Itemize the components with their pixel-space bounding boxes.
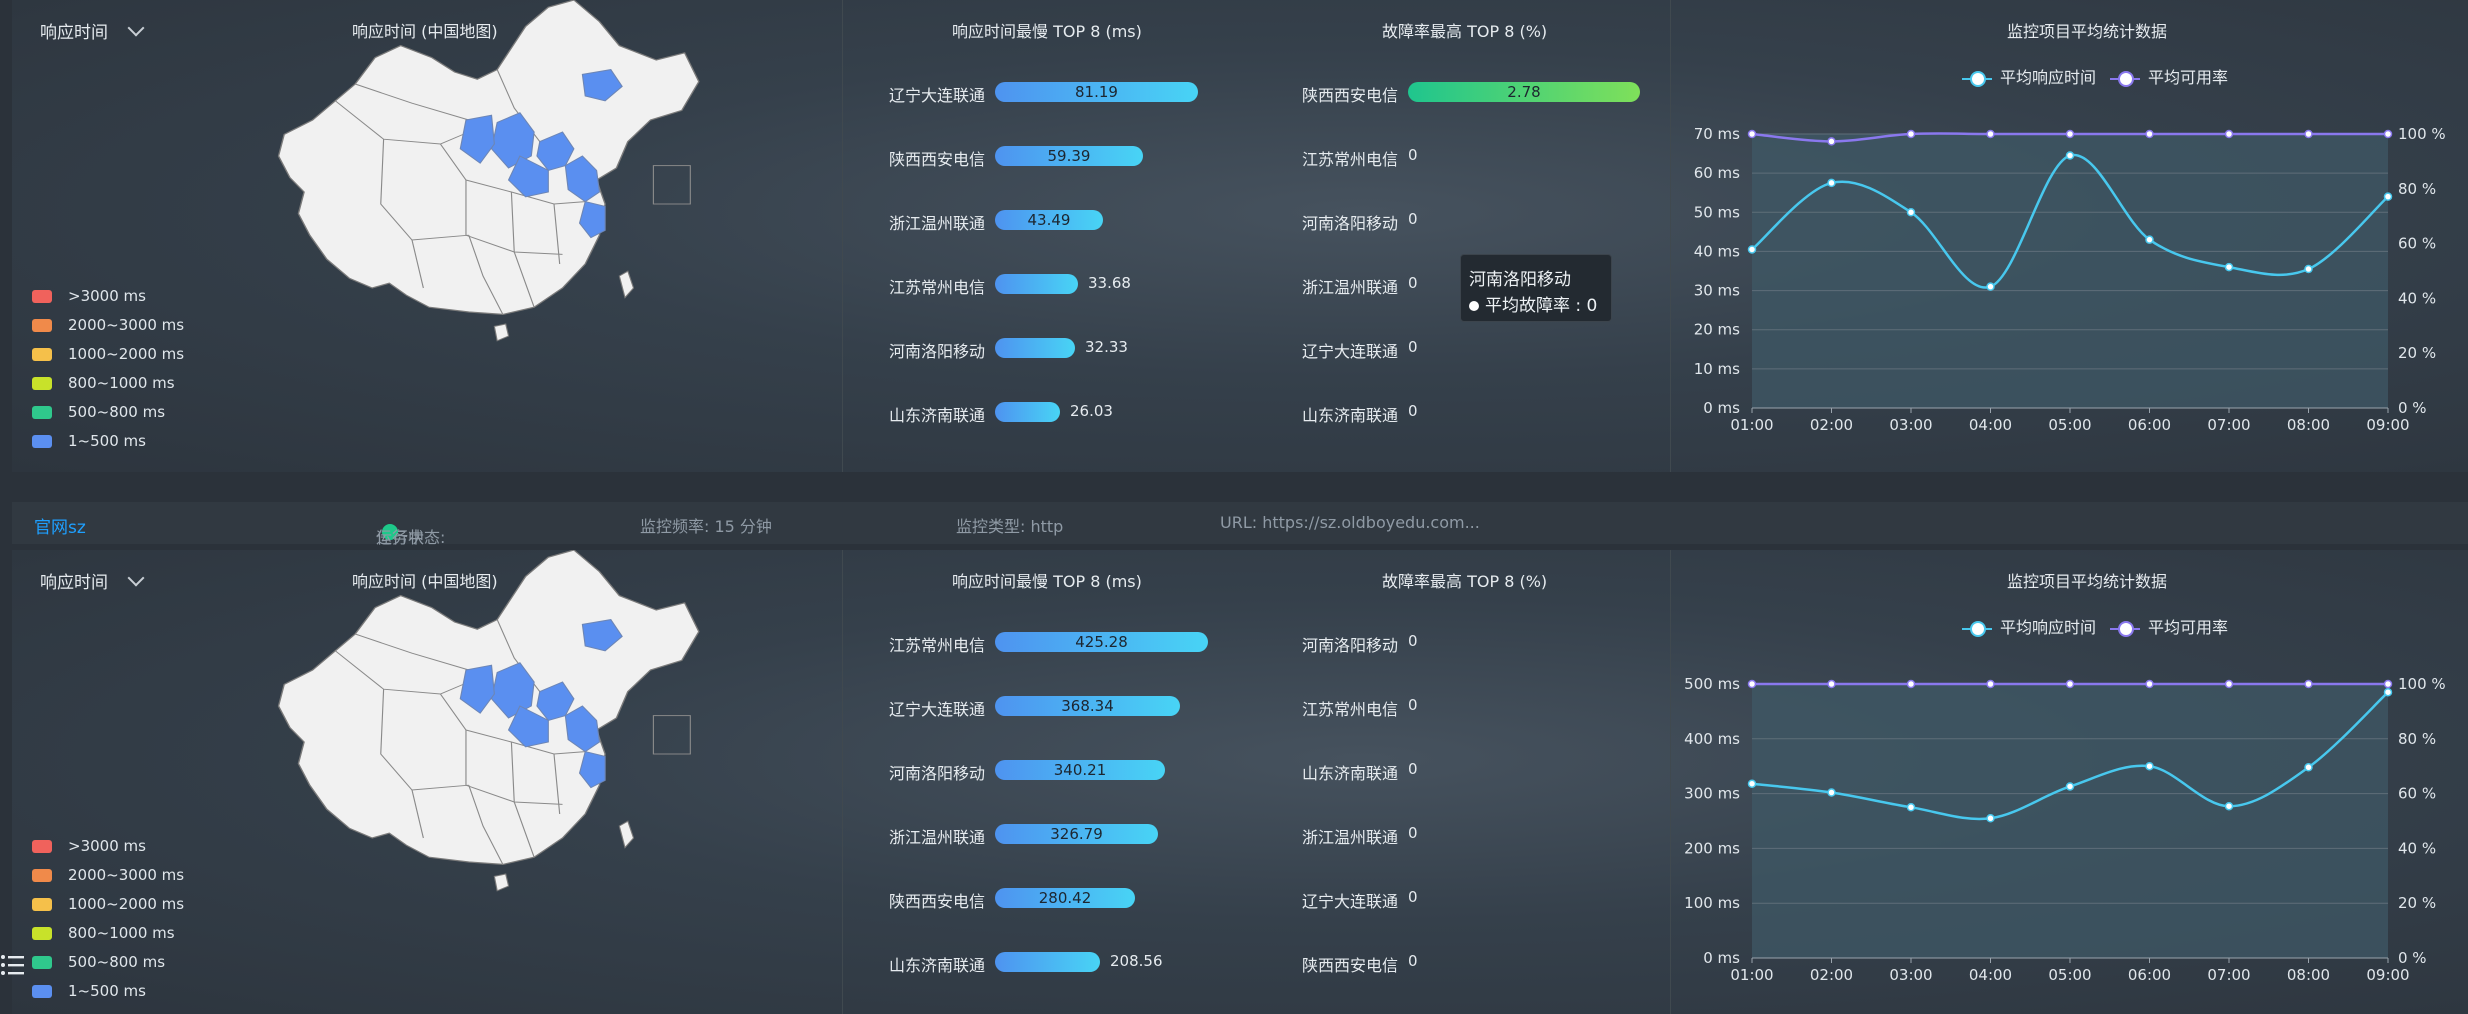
y-left-tick-label: 40 ms bbox=[1694, 242, 1740, 260]
response-time-point[interactable] bbox=[1827, 178, 1836, 188]
tooltip-value: 平均故障率 : 0 bbox=[1485, 296, 1598, 316]
y-right-tick-label: 40 % bbox=[2398, 289, 2436, 307]
monitor-panel-1: 响应时间 响应时间 (中国地图) >3000 ms 2000~3000 ms 100… bbox=[12, 0, 2468, 472]
y-left-tick-label: 50 ms bbox=[1694, 203, 1740, 221]
monitor-frequency: 监控频率: 15 分钟 bbox=[640, 517, 772, 536]
x-tick-label: 04:00 bbox=[1969, 416, 2012, 434]
dot-icon bbox=[1469, 301, 1479, 311]
availability-point[interactable] bbox=[2224, 679, 2234, 689]
x-tick-label: 03:00 bbox=[1889, 416, 1932, 434]
response-time-point[interactable] bbox=[2383, 192, 2393, 201]
availability-point[interactable] bbox=[1906, 129, 1916, 139]
availability-point[interactable] bbox=[2304, 129, 2313, 139]
y-left-tick-label: 60 ms bbox=[1694, 164, 1740, 182]
y-left-tick-label: 0 ms bbox=[1703, 949, 1740, 967]
y-left-tick-label: 30 ms bbox=[1694, 282, 1740, 300]
x-tick-label: 09:00 bbox=[2366, 416, 2409, 434]
response-time-point[interactable] bbox=[1747, 779, 1757, 788]
availability-point[interactable] bbox=[2304, 679, 2313, 689]
y-right-tick-label: 40 % bbox=[2398, 839, 2436, 857]
x-tick-label: 08:00 bbox=[2287, 966, 2330, 984]
response-time-point[interactable] bbox=[2304, 264, 2313, 274]
availability-point[interactable] bbox=[1747, 129, 1757, 139]
availability-point[interactable] bbox=[1827, 137, 1836, 146]
y-left-tick-label: 10 ms bbox=[1694, 360, 1740, 378]
y-right-tick-label: 80 % bbox=[2398, 730, 2436, 748]
response-time-point[interactable] bbox=[2224, 801, 2234, 811]
availability-point[interactable] bbox=[1986, 129, 1995, 139]
y-left-tick-label: 0 ms bbox=[1703, 399, 1740, 417]
response-time-point[interactable] bbox=[1827, 788, 1836, 797]
task-status-value: 运行中 bbox=[376, 528, 425, 547]
availability-point[interactable] bbox=[2383, 679, 2393, 689]
response-time-point[interactable] bbox=[1986, 282, 1995, 291]
x-tick-label: 09:00 bbox=[2366, 966, 2409, 984]
response-time-point[interactable] bbox=[2065, 782, 2075, 791]
map-tooltip: 河南洛阳移动 平均故障率 : 0 bbox=[1460, 254, 1612, 322]
stats-line-chart[interactable]: 0 ms 10 ms 20 ms 30 ms 40 ms 50 ms 60 ms 70 ms 0… bbox=[12, 0, 2468, 472]
response-time-point[interactable] bbox=[2383, 687, 2393, 697]
y-left-tick-label: 400 ms bbox=[1684, 730, 1740, 748]
y-right-tick-label: 80 % bbox=[2398, 180, 2436, 198]
x-tick-label: 01:00 bbox=[1730, 416, 1773, 434]
x-tick-label: 02:00 bbox=[1810, 966, 1853, 984]
y-right-tick-label: 0 % bbox=[2398, 399, 2427, 417]
response-time-point[interactable] bbox=[2065, 151, 2075, 160]
y-right-tick-label: 100 % bbox=[2398, 125, 2446, 143]
y-right-tick-label: 60 % bbox=[2398, 235, 2436, 253]
x-tick-label: 03:00 bbox=[1889, 966, 1932, 984]
tooltip-line: 平均故障率 : 0 bbox=[1469, 291, 1597, 316]
tooltip-title: 河南洛阳移动 bbox=[1469, 270, 1571, 290]
y-left-tick-label: 70 ms bbox=[1694, 125, 1740, 143]
availability-point[interactable] bbox=[2145, 679, 2154, 689]
y-right-tick-label: 100 % bbox=[2398, 675, 2446, 693]
monitor-name-link[interactable]: 官网sz bbox=[34, 513, 86, 538]
x-tick-label: 08:00 bbox=[2287, 416, 2330, 434]
y-left-tick-label: 500 ms bbox=[1684, 675, 1740, 693]
y-left-tick-label: 200 ms bbox=[1684, 839, 1740, 857]
x-tick-label: 01:00 bbox=[1730, 966, 1773, 984]
response-time-point[interactable] bbox=[2145, 235, 2154, 244]
response-time-point[interactable] bbox=[2224, 262, 2234, 272]
y-right-tick-label: 20 % bbox=[2398, 894, 2436, 912]
stats-line-chart[interactable]: 0 ms 100 ms 200 ms 300 ms 400 ms 500 ms 0 % 20 … bbox=[12, 550, 2468, 1014]
response-time-point[interactable] bbox=[1747, 245, 1757, 254]
y-left-tick-label: 300 ms bbox=[1684, 785, 1740, 803]
availability-point[interactable] bbox=[2383, 129, 2393, 139]
response-time-point[interactable] bbox=[1986, 814, 1995, 823]
plot-area bbox=[1752, 134, 2388, 408]
response-time-point[interactable] bbox=[1906, 803, 1916, 812]
y-left-tick-label: 20 ms bbox=[1694, 321, 1740, 339]
x-tick-label: 06:00 bbox=[2128, 416, 2171, 434]
y-right-tick-label: 60 % bbox=[2398, 785, 2436, 803]
availability-point[interactable] bbox=[1986, 679, 1995, 689]
availability-point[interactable] bbox=[1747, 679, 1757, 689]
monitor-panel-2: 响应时间 响应时间 (中国地图) >3000 ms 2000~3000 ms 100… bbox=[12, 550, 2468, 1014]
monitor-url: URL: https://sz.oldboyedu.com... bbox=[1220, 513, 1480, 532]
availability-point[interactable] bbox=[2145, 129, 2154, 139]
x-tick-label: 02:00 bbox=[1810, 416, 1853, 434]
x-tick-label: 07:00 bbox=[2207, 966, 2250, 984]
x-tick-label: 07:00 bbox=[2207, 416, 2250, 434]
x-tick-label: 05:00 bbox=[2048, 416, 2091, 434]
monitor-info-bar: 官网sz 任务状态: 运行中 监控频率: 15 分钟 监控类型: http URL… bbox=[12, 502, 2468, 547]
y-left-tick-label: 100 ms bbox=[1684, 894, 1740, 912]
x-tick-label: 05:00 bbox=[2048, 966, 2091, 984]
list-menu-icon[interactable] bbox=[0, 952, 26, 978]
plot-area bbox=[1752, 684, 2388, 958]
availability-point[interactable] bbox=[2065, 679, 2075, 689]
availability-point[interactable] bbox=[1906, 679, 1916, 689]
availability-point[interactable] bbox=[1827, 679, 1836, 689]
availability-point[interactable] bbox=[2224, 129, 2234, 139]
y-right-tick-label: 20 % bbox=[2398, 344, 2436, 362]
availability-point[interactable] bbox=[2065, 129, 2075, 139]
x-tick-label: 04:00 bbox=[1969, 966, 2012, 984]
x-tick-label: 06:00 bbox=[2128, 966, 2171, 984]
response-time-point[interactable] bbox=[2304, 763, 2313, 772]
response-time-point[interactable] bbox=[1906, 208, 1916, 217]
response-time-point[interactable] bbox=[2145, 761, 2154, 771]
monitor-type: 监控类型: http bbox=[956, 517, 1064, 536]
y-right-tick-label: 0 % bbox=[2398, 949, 2427, 967]
